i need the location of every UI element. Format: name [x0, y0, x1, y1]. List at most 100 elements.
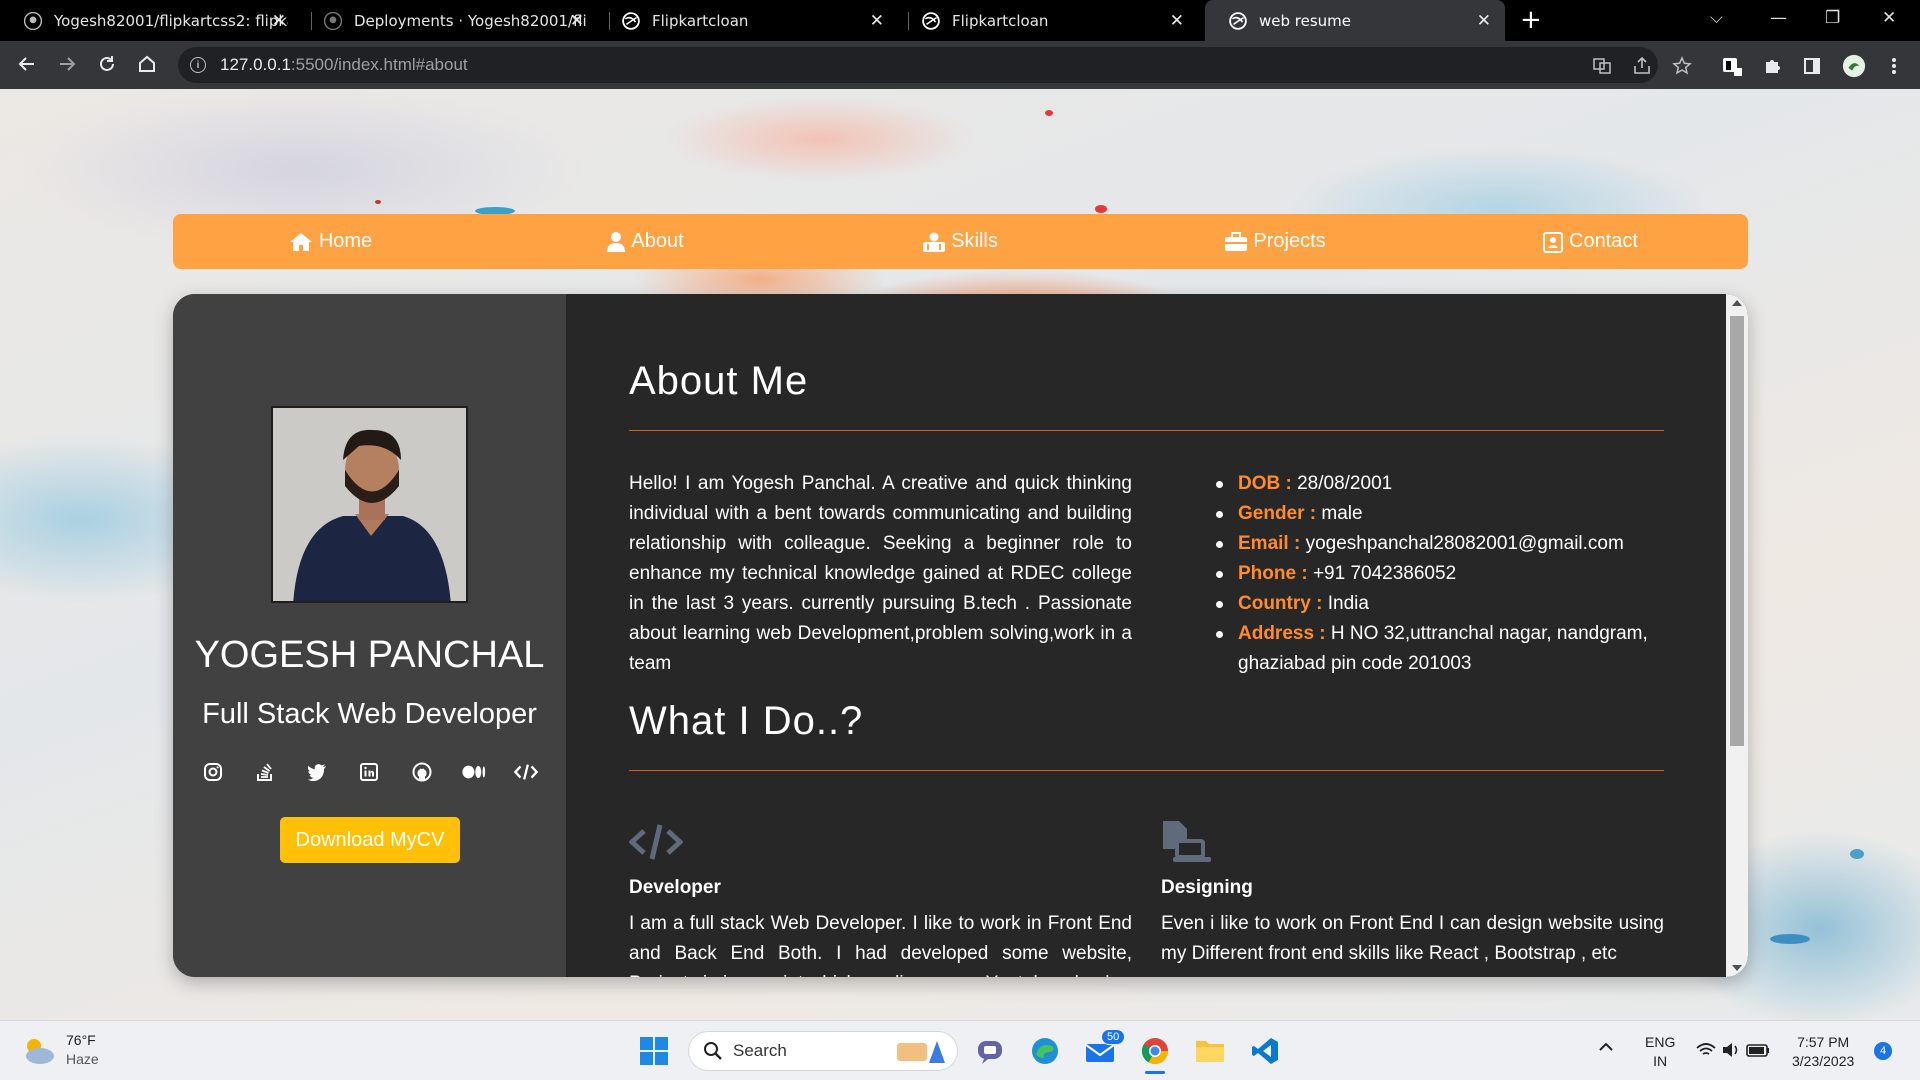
globe-icon [1229, 11, 1247, 30]
chrome-icon[interactable] [1137, 1033, 1173, 1074]
close-tab-icon[interactable]: ✕ [870, 11, 884, 31]
address-bar[interactable]: i 127.0.0.1 :5500/index.html#about [178, 47, 1658, 83]
new-tab-button[interactable]: + [1520, 5, 1542, 35]
close-tab-icon[interactable]: ✕ [1477, 11, 1491, 31]
close-window-button[interactable]: ✕ [1882, 8, 1896, 28]
tab-flipkartcss2[interactable]: Yogesh82001/flipkartcss2: flipkart ✕ [0, 0, 300, 41]
linkedin-icon[interactable] [357, 760, 381, 784]
content-scrollbar[interactable] [1726, 294, 1748, 977]
teams-chat-icon[interactable] [972, 1033, 1008, 1069]
tab-title: Deployments · Yogesh82001/flipk [354, 11, 586, 30]
notification-badge[interactable]: 4 [1874, 1042, 1892, 1060]
nav-about[interactable]: About [488, 230, 803, 253]
weather-widget[interactable]: 76°F Haze [20, 1031, 99, 1069]
windows-logo-icon [640, 1037, 668, 1065]
windows-start-button[interactable] [636, 1033, 672, 1069]
edge-icon[interactable] [1027, 1033, 1063, 1069]
contact-icon [1543, 231, 1564, 253]
service-designing: Designing Even i like to work on Front E… [1161, 821, 1664, 969]
tab-flipkartcloan-2[interactable]: Flipkartcloan ✕ [898, 0, 1198, 41]
minimize-button[interactable]: — [1770, 8, 1787, 28]
personal-facts-list: DOB : 28/08/2001 Gender : male Email : y… [1214, 469, 1684, 679]
clock-time: 7:57 PM [1797, 1034, 1850, 1050]
close-tab-icon[interactable]: ✕ [570, 11, 584, 31]
tab-web-resume[interactable]: web resume ✕ [1205, 0, 1505, 41]
nav-projects[interactable]: Projects [1118, 230, 1433, 253]
side-panel-icon[interactable] [1800, 54, 1824, 78]
site-info-icon[interactable]: i [190, 57, 206, 73]
scroll-down-arrow-icon[interactable] [1732, 965, 1742, 971]
service-text: I am a full stack Web Developer. I like … [629, 913, 1132, 977]
paint-speck [1095, 205, 1107, 213]
tab-search-chevron-icon[interactable]: ⌵ [1710, 8, 1723, 28]
system-status-icons[interactable] [1695, 1040, 1771, 1065]
scroll-thumb[interactable] [1730, 316, 1744, 746]
medium-icon[interactable] [462, 760, 486, 784]
reload-button[interactable] [94, 51, 120, 77]
tab-flipkartcloan-1[interactable]: Flipkartcloan ✕ [598, 0, 898, 41]
nav-contact[interactable]: Contact [1433, 230, 1748, 253]
profile-sidebar: YOGESH PANCHAL Full Stack Web Developer [173, 294, 566, 977]
about-divider [629, 430, 1664, 431]
forward-arrow-icon [60, 57, 76, 71]
extensions-puzzle-icon[interactable] [1760, 54, 1784, 78]
file-explorer-icon[interactable] [1192, 1033, 1228, 1069]
instagram-icon[interactable] [201, 760, 225, 784]
fact-gender: Gender : male [1214, 499, 1684, 529]
code-icon[interactable] [513, 760, 538, 784]
vscode-icon[interactable] [1247, 1033, 1283, 1069]
forward-button[interactable] [54, 51, 80, 77]
site-navbar: Home About Skills Projects Contact [173, 214, 1748, 269]
nav-contact-label: Contact [1569, 230, 1638, 252]
code-icon [628, 821, 1132, 865]
chrome-menu-icon[interactable] [1882, 54, 1906, 78]
share-icon[interactable] [1630, 54, 1654, 78]
paint-speck [1850, 849, 1864, 859]
translate-icon[interactable] [1590, 54, 1614, 78]
tab-title: Flipkartcloan [652, 11, 749, 30]
services-divider [629, 770, 1664, 771]
profile-photo [271, 406, 468, 603]
active-app-indicator [1145, 1071, 1165, 1074]
clock-date: 3/23/2023 [1792, 1053, 1855, 1069]
language-label: ENG [1645, 1034, 1676, 1050]
stack-overflow-icon[interactable] [253, 760, 277, 784]
close-tab-icon[interactable]: ✕ [272, 11, 286, 31]
nav-skills[interactable]: Skills [803, 230, 1118, 253]
scroll-up-arrow-icon[interactable] [1732, 300, 1742, 306]
maximize-button[interactable]: ❐ [1825, 8, 1840, 28]
region-label: IN [1653, 1053, 1668, 1069]
nav-about-label: About [631, 230, 684, 252]
mail-icon[interactable]: 50 [1083, 1029, 1126, 1069]
twitter-icon[interactable] [305, 760, 329, 784]
show-hidden-icons[interactable] [1598, 1037, 1614, 1056]
language-indicator[interactable]: ENG IN [1645, 1033, 1675, 1071]
nav-home-label: Home [318, 230, 373, 252]
profile-avatar-icon[interactable] [1842, 54, 1866, 78]
extension-icon[interactable] [1720, 54, 1744, 78]
close-tab-icon[interactable]: ✕ [1170, 11, 1184, 31]
globe-icon [622, 11, 640, 30]
service-title: Designing [1161, 877, 1253, 898]
chevron-up-icon [1599, 1042, 1613, 1051]
skills-icon [923, 232, 946, 252]
about-heading: About Me [629, 359, 809, 403]
taskbar-search[interactable]: Search [688, 1031, 958, 1071]
tab-deployments[interactable]: Deployments · Yogesh82001/flipk ✕ [300, 0, 598, 41]
resume-card: YOGESH PANCHAL Full Stack Web Developer [173, 294, 1748, 977]
paint-speck [1045, 110, 1053, 116]
home-button[interactable] [134, 51, 160, 77]
weather-condition: Haze [66, 1051, 99, 1067]
fact-email: Email : yogeshpanchal28082001@gmail.com [1214, 529, 1684, 559]
page-viewport: Home About Skills Projects Contact YOGES… [0, 89, 1920, 1020]
bookmark-star-icon[interactable] [1670, 54, 1694, 78]
nav-home[interactable]: Home [173, 230, 488, 253]
windows-taskbar: 76°F Haze Search 50 ENG IN 7:57 PM 3/23/… [0, 1020, 1920, 1080]
search-icon [704, 1042, 722, 1060]
download-cv-button[interactable]: Download MyCV [280, 817, 460, 863]
clock[interactable]: 7:57 PM 3/23/2023 [1792, 1033, 1854, 1071]
github-icon[interactable] [410, 760, 434, 784]
profile-name: YOGESH PANCHAL [194, 634, 545, 676]
weather-temperature: 76°F [66, 1032, 96, 1048]
back-button[interactable] [14, 51, 40, 77]
